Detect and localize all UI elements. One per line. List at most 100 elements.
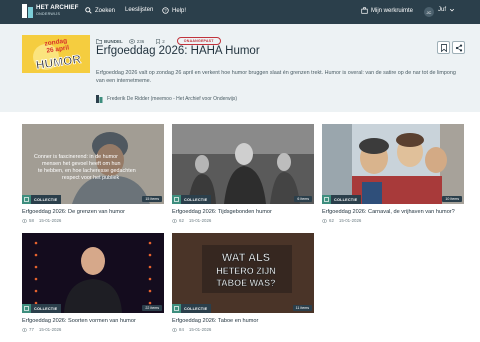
svg-text:?: ? (164, 8, 167, 13)
card-date: 15-01-2026 (338, 218, 362, 223)
nav-learning-paths[interactable]: Leeslijsten (125, 7, 153, 13)
chevron-down-icon (449, 8, 455, 12)
user-avatar[interactable]: JC (424, 7, 434, 17)
bookmark-icon (440, 43, 447, 52)
item-count: 10 items (442, 196, 462, 202)
card-date: 15-01-2026 (38, 218, 62, 223)
card-thumbnail[interactable]: COLLECTIE 10 items (322, 124, 464, 204)
card-views: 77 (29, 327, 34, 332)
card-date: 15-01-2026 (188, 218, 212, 223)
bookmarks-count: 2 (162, 38, 165, 44)
share-button[interactable] (452, 41, 465, 54)
views-wrap: 236 (128, 38, 151, 44)
logo-icon (22, 4, 33, 18)
nav-workspace-label: Mijn werkruimte (371, 7, 414, 14)
item-count: 15 items (142, 196, 162, 202)
logo-title: HET ARCHIEF (36, 4, 79, 11)
type-label-wrap: BUNDEL (96, 39, 123, 44)
user-name: Juf (438, 7, 447, 13)
card-thumbnail[interactable]: COLLECTIE 22 items (22, 233, 164, 313)
eye-icon (322, 218, 327, 223)
card-meta: 84 15-01-2026 (172, 327, 314, 332)
eye-icon (172, 218, 177, 223)
page-title: Erfgoeddag 2026: HAHA Humor (96, 45, 260, 57)
card-views: 62 (329, 218, 334, 223)
collection-card[interactable]: COLLECTIE 22 items Erfgoeddag 2026: Soor… (22, 233, 164, 332)
briefcase-icon (361, 7, 368, 14)
collection-icon (322, 195, 331, 204)
card-title[interactable]: Erfgoeddag 2026: Soorten vormen van humo… (22, 318, 164, 324)
help-icon: ? (162, 7, 169, 14)
item-count: 11 items (292, 305, 312, 311)
het-archief-logo[interactable]: HET ARCHIEF ONDERWIJS (22, 4, 78, 18)
item-count: 6 items (294, 196, 312, 202)
bookmarks-wrap: 2 (156, 39, 171, 44)
bookmark-icon (156, 38, 161, 44)
card-title[interactable]: Erfgoeddag 2026: Carnaval, de vrijhaven … (322, 209, 464, 215)
card-thumbnail[interactable]: WAT ALS HETERO ZIJN TABOE WAS? COLLECTIE… (172, 233, 314, 313)
card-title[interactable]: Erfgoeddag 2026: De grenzen van humor (22, 209, 164, 215)
collection-chip: COLLECTIE (172, 195, 212, 204)
card-date: 15-01-2026 (38, 327, 62, 332)
author-name: Frederik De Ridder (meemoo - Het Archief… (107, 96, 238, 102)
collection-chip: COLLECTIE (322, 195, 362, 204)
eye-icon (22, 327, 27, 332)
card-title[interactable]: Erfgoeddag 2026: Taboe en humor (172, 318, 314, 324)
chip-label: COLLECTIE (184, 197, 208, 202)
user-menu[interactable]: Juf (438, 7, 458, 13)
nav-learning-paths-label: Leeslijsten (125, 7, 154, 13)
card-overlay-line: respect voor het publiek (62, 175, 120, 181)
collection-card[interactable]: WAT ALS HETERO ZIJN TABOE WAS? COLLECTIE… (172, 233, 314, 332)
card-overlay-line: TABOE WAS? (216, 278, 275, 288)
card-date: 15-01-2026 (188, 327, 212, 332)
status-badge: ONAANGEPAST (176, 37, 221, 45)
top-navbar: HET ARCHIEF ONDERWIJS Zoeken Leeslijsten… (0, 0, 480, 24)
chip-label: COLLECTIE (184, 306, 208, 311)
nav-help[interactable]: ? Help! (162, 7, 186, 14)
logo-subtitle: ONDERWIJS (36, 12, 61, 16)
type-label: BUNDEL (104, 38, 123, 44)
search-icon (85, 7, 92, 14)
card-title[interactable]: Erfgoeddag 2026: Tijdsgebonden humor (172, 209, 314, 215)
organisation-logo-icon (96, 95, 103, 103)
chip-label: COLLECTIE (334, 197, 358, 202)
bundle-description: Erfgoeddag 2026 valt op zondag 26 april … (96, 70, 456, 84)
collection-icon (22, 304, 31, 313)
card-meta: 58 15-01-2026 (22, 218, 164, 223)
collection-chip: COLLECTIE (22, 304, 62, 313)
card-views: 84 (179, 327, 184, 332)
collection-card[interactable]: COLLECTIE 10 items Erfgoeddag 2026: Carn… (322, 124, 464, 223)
card-overlay-line: te hebben, en hoe lacheresse gedachten (38, 168, 136, 174)
card-overlay-line: mensen het gevoel heeft om hun (42, 161, 121, 167)
card-thumbnail[interactable]: COLLECTIE 6 items (172, 124, 314, 204)
card-thumbnail[interactable]: Conner is fascinerend: in de humor mense… (22, 124, 164, 204)
eye-icon (172, 327, 177, 332)
card-overlay-line: WAT ALS (222, 252, 270, 264)
views-count: 236 (136, 38, 145, 44)
card-overlay-line: Conner is fascinerend: in de humor (34, 154, 118, 160)
collection-icon (172, 195, 181, 204)
bundle-meta: BUNDEL 236 2 ONAANGEPAST (96, 37, 227, 45)
card-meta: 62 15-01-2026 (322, 218, 464, 223)
nav-search[interactable]: Zoeken (85, 7, 115, 14)
card-meta: 62 15-01-2026 (172, 218, 314, 223)
nav-workspace[interactable]: Mijn werkruimte (361, 7, 413, 14)
collection-chip: COLLECTIE (22, 195, 62, 204)
collection-icon (172, 304, 181, 313)
bundle-thumbnail: zondag 26 april HUMOR (22, 35, 90, 73)
item-count: 22 items (142, 305, 162, 311)
card-meta: 77 15-01-2026 (22, 327, 164, 332)
chip-label: COLLECTIE (34, 197, 58, 202)
folder-icon (96, 38, 102, 44)
bookmark-button[interactable] (437, 41, 450, 54)
chip-label: COLLECTIE (34, 306, 58, 311)
collection-card[interactable]: Conner is fascinerend: in de humor mense… (22, 124, 164, 223)
eye-icon (128, 38, 135, 44)
bundle-author[interactable]: Frederik De Ridder (meemoo - Het Archief… (96, 95, 237, 103)
nav-help-label: Help! (172, 7, 187, 14)
share-icon (455, 43, 462, 52)
card-overlay-line: HETERO ZIJN (216, 266, 276, 276)
collection-card[interactable]: COLLECTIE 6 items Erfgoeddag 2026: Tijds… (172, 124, 314, 223)
nav-search-label: Zoeken (95, 7, 116, 14)
card-views: 62 (179, 218, 184, 223)
